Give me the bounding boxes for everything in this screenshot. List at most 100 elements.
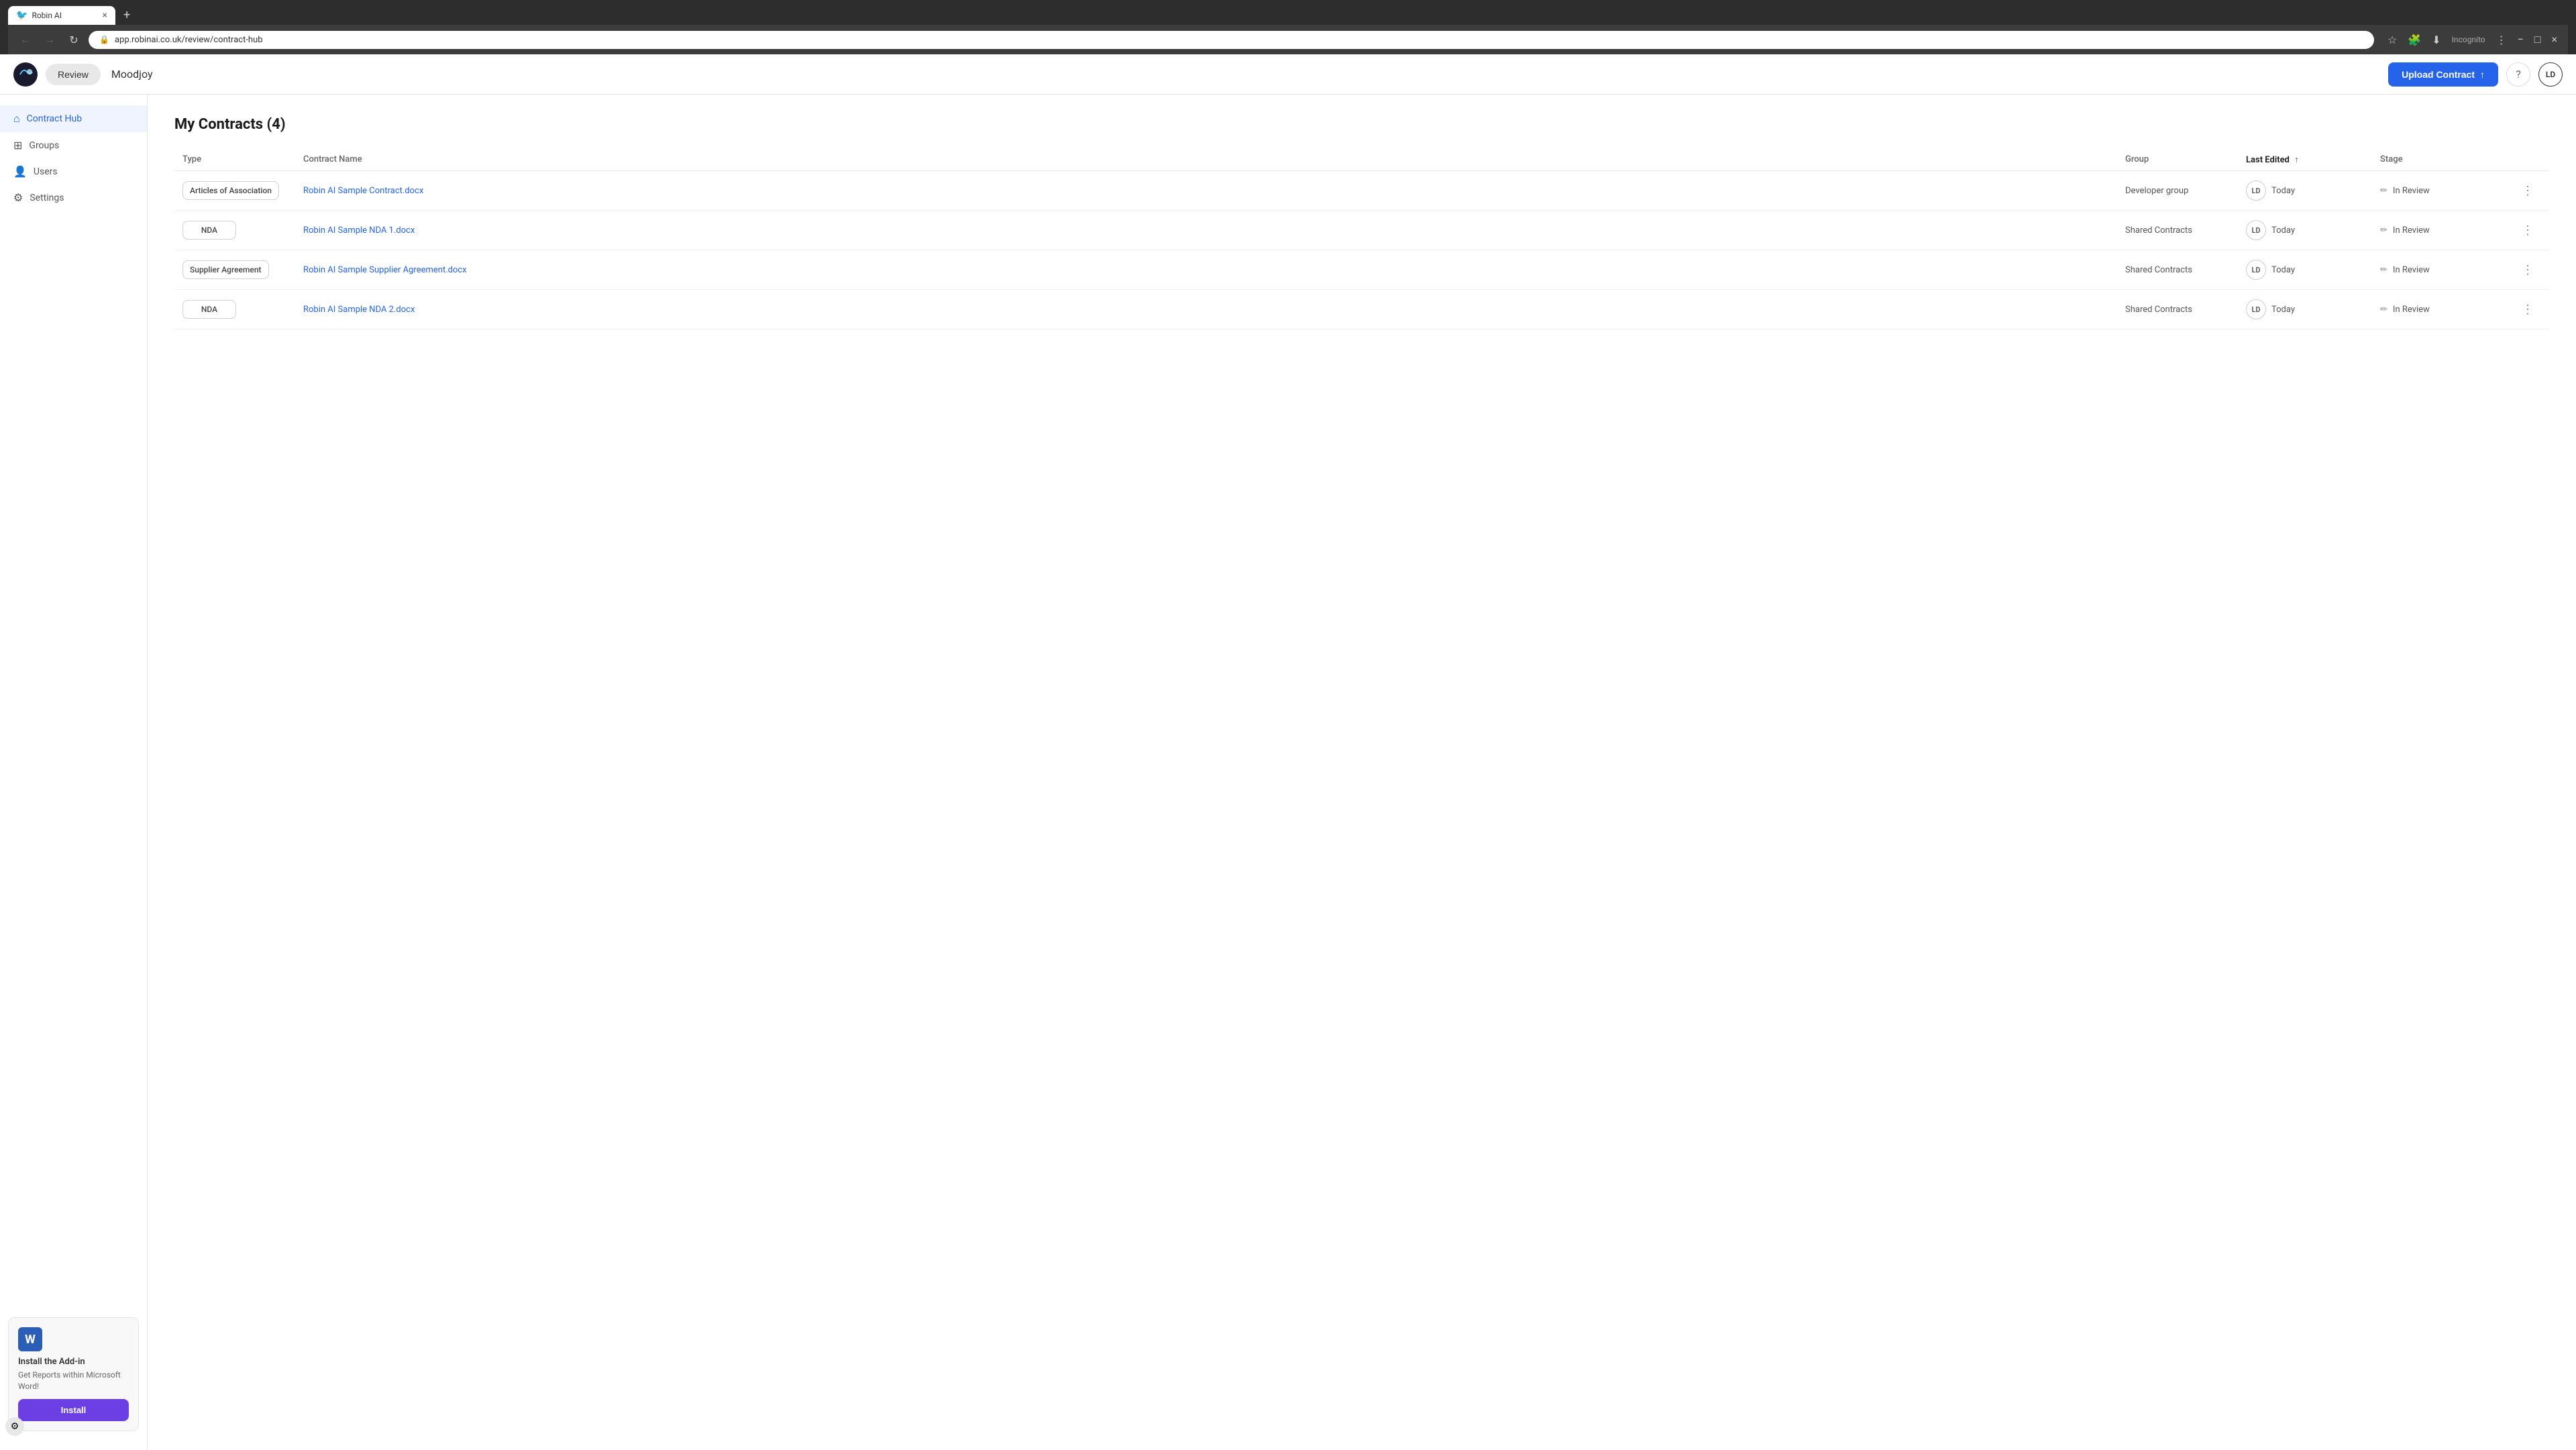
bookmark-button[interactable]: ☆ xyxy=(2385,31,2400,49)
avatar-1: LD xyxy=(2246,180,2266,201)
sidebar-item-label-users: Users xyxy=(34,166,58,177)
minimize-button[interactable]: − xyxy=(2515,30,2526,49)
app-header: Review Moodjoy Upload Contract ↑ ? LD xyxy=(0,54,2576,95)
reload-button[interactable]: ↻ xyxy=(64,30,83,49)
upload-label: Upload Contract xyxy=(2402,69,2475,80)
edited-cell-1: LD Today xyxy=(2246,180,2380,201)
stage-text-3: In Review xyxy=(2393,265,2430,275)
notification-icon: ⚙ xyxy=(11,1421,19,1432)
addon-title: Install the Add-in xyxy=(18,1357,129,1367)
more-button-2[interactable]: ⋮ xyxy=(2514,223,2541,238)
type-badge-2: NDA xyxy=(182,221,236,240)
active-tab[interactable]: 🐦 Robin AI × xyxy=(8,6,115,25)
avatar-3: LD xyxy=(2246,260,2266,280)
extensions-button[interactable]: 🧩 xyxy=(2405,31,2424,49)
col-actions xyxy=(2514,154,2541,165)
review-button[interactable]: Review xyxy=(46,64,101,85)
type-cell-1: Articles of Association xyxy=(182,181,303,200)
back-button[interactable]: ← xyxy=(16,30,35,49)
table-row: Supplier Agreement Robin AI Sample Suppl… xyxy=(174,250,2549,290)
help-button[interactable]: ? xyxy=(2506,62,2530,87)
stage-cell-4: ✏ In Review xyxy=(2380,305,2514,315)
group-cell-3: Shared Contracts xyxy=(2125,265,2246,275)
page-title: My Contracts (4) xyxy=(174,116,2549,133)
stage-cell-1: ✏ In Review xyxy=(2380,186,2514,196)
forward-button[interactable]: → xyxy=(40,30,59,49)
maximize-button[interactable]: □ xyxy=(2532,30,2544,49)
contract-name-cell-1: Robin AI Sample Contract.docx xyxy=(303,185,2125,196)
contract-hub-icon: ⌂ xyxy=(13,112,20,125)
contract-link-2[interactable]: Robin AI Sample NDA 1.docx xyxy=(303,225,415,236)
notification-badge[interactable]: ⚙ xyxy=(5,1417,24,1436)
sidebar-item-settings[interactable]: ⚙ Settings xyxy=(0,185,147,211)
groups-icon: ⊞ xyxy=(13,139,22,152)
col-stage: Stage xyxy=(2380,154,2514,165)
more-button-4[interactable]: ⋮ xyxy=(2514,303,2541,317)
group-cell-4: Shared Contracts xyxy=(2125,305,2246,315)
address-bar[interactable]: 🔒 app.robinai.co.uk/review/contract-hub xyxy=(89,31,2374,49)
type-cell-4: NDA xyxy=(182,300,303,319)
sidebar-item-groups[interactable]: ⊞ Groups xyxy=(0,132,147,158)
app-name: Moodjoy xyxy=(111,68,153,81)
col-group: Group xyxy=(2125,154,2246,165)
edited-cell-4: LD Today xyxy=(2246,299,2380,319)
settings-icon: ⚙ xyxy=(13,191,23,204)
contract-link-3[interactable]: Robin AI Sample Supplier Agreement.docx xyxy=(303,265,467,275)
stage-text-4: In Review xyxy=(2393,305,2430,315)
table-header: Type Contract Name Group Last Edited ↑ S… xyxy=(174,149,2549,171)
sidebar-item-users[interactable]: 👤 Users xyxy=(0,158,147,185)
contract-name-cell-4: Robin AI Sample NDA 2.docx xyxy=(303,304,2125,315)
incognito-label: Incognito xyxy=(2449,32,2488,47)
new-tab-button[interactable]: + xyxy=(118,5,136,25)
more-button-3[interactable]: ⋮ xyxy=(2514,263,2541,277)
avatar-button[interactable]: LD xyxy=(2538,62,2563,87)
addon-desc: Get Reports within Microsoft Word! xyxy=(18,1369,129,1392)
col-type: Type xyxy=(182,154,303,165)
main-layout: ⌂ Contract Hub ⊞ Groups 👤 Users ⚙ Settin… xyxy=(0,95,2576,1450)
pencil-icon-4: ✏ xyxy=(2380,305,2387,315)
app-logo xyxy=(13,62,38,87)
edited-date-2: Today xyxy=(2271,225,2295,236)
tab-favicon: 🐦 xyxy=(16,10,28,21)
edited-date-4: Today xyxy=(2271,305,2295,315)
lock-icon: 🔒 xyxy=(99,35,109,44)
col-last-edited[interactable]: Last Edited ↑ xyxy=(2246,154,2380,165)
edited-cell-3: LD Today xyxy=(2246,260,2380,280)
edited-date-1: Today xyxy=(2271,186,2295,196)
tab-label: Robin AI xyxy=(32,11,62,20)
stage-text-2: In Review xyxy=(2393,225,2430,236)
download-button[interactable]: ⬇ xyxy=(2429,31,2443,49)
stage-cell-2: ✏ In Review xyxy=(2380,225,2514,236)
avatar-4: LD xyxy=(2246,299,2266,319)
help-icon: ? xyxy=(2516,68,2521,81)
contract-link-4[interactable]: Robin AI Sample NDA 2.docx xyxy=(303,305,415,315)
pencil-icon-2: ✏ xyxy=(2380,225,2387,236)
type-badge-3: Supplier Agreement xyxy=(182,260,269,279)
group-cell-2: Shared Contracts xyxy=(2125,225,2246,236)
upload-contract-button[interactable]: Upload Contract ↑ xyxy=(2388,62,2498,87)
type-cell-3: Supplier Agreement xyxy=(182,260,303,279)
table-row: NDA Robin AI Sample NDA 1.docx Shared Co… xyxy=(174,211,2549,250)
table-row: NDA Robin AI Sample NDA 2.docx Shared Co… xyxy=(174,290,2549,329)
edited-cell-2: LD Today xyxy=(2246,220,2380,240)
sidebar-item-contract-hub[interactable]: ⌂ Contract Hub xyxy=(0,105,147,132)
addon-panel: W Install the Add-in Get Reports within … xyxy=(8,1317,139,1431)
stage-text-1: In Review xyxy=(2393,186,2430,196)
sidebar-item-label-contract-hub: Contract Hub xyxy=(27,113,82,124)
contract-name-cell-3: Robin AI Sample Supplier Agreement.docx xyxy=(303,264,2125,275)
group-cell-1: Developer group xyxy=(2125,186,2246,196)
sidebar-item-label-settings: Settings xyxy=(30,193,64,203)
more-button-1[interactable]: ⋮ xyxy=(2514,184,2541,198)
close-button[interactable]: × xyxy=(2548,30,2560,49)
upload-icon: ↑ xyxy=(2480,69,2485,80)
tab-close-button[interactable]: × xyxy=(103,10,107,21)
install-button[interactable]: Install xyxy=(18,1399,129,1421)
contract-name-cell-2: Robin AI Sample NDA 1.docx xyxy=(303,225,2125,236)
tab-bar: 🐦 Robin AI × + xyxy=(8,5,2568,25)
edited-date-3: Today xyxy=(2271,265,2295,275)
main-content: My Contracts (4) Type Contract Name Grou… xyxy=(148,95,2576,1450)
type-badge-1: Articles of Association xyxy=(182,181,279,200)
menu-button[interactable]: ⋮ xyxy=(2493,31,2510,49)
pencil-icon-1: ✏ xyxy=(2380,186,2387,196)
contract-link-1[interactable]: Robin AI Sample Contract.docx xyxy=(303,186,423,196)
